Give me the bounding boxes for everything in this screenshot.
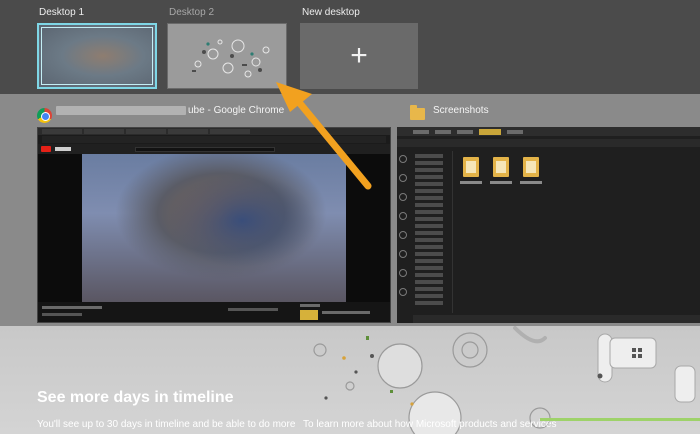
nav-row [415,203,443,207]
edge-icon [399,269,407,277]
file-icon [463,157,479,177]
nav-row [415,294,443,298]
folder-icon [410,105,425,120]
nav-row [415,238,443,242]
video-meta-line [42,313,82,316]
file-caption [460,181,482,184]
chrome-tab [210,129,250,134]
desktop-1-label: Desktop 1 [39,7,85,18]
nav-row [415,259,443,263]
chrome-window-thumbnail[interactable] [37,127,391,323]
nav-row [415,252,443,256]
nav-row [415,273,443,277]
nav-row [415,224,443,228]
video-player [38,154,390,302]
taskbar-edge-icons [399,155,409,307]
chrome-address-bar [42,136,386,143]
nav-row [415,168,443,172]
desktop-2-label: Desktop 2 [169,7,215,18]
new-desktop-button[interactable]: + [300,23,418,89]
file-icon [493,157,509,177]
redacted-title-part [56,105,186,115]
edge-icon [399,212,407,220]
nav-row [415,301,443,305]
explorer-status-bar [413,315,700,323]
nav-row [415,189,443,193]
video-actions-line [228,308,278,311]
nav-row [415,266,443,270]
edge-icon [399,155,407,163]
privacy-learn-more-text: To learn more about how Microsoft produc… [303,419,557,430]
nav-row [415,175,443,179]
nav-row [415,196,443,200]
explorer-window-thumbnail[interactable] [397,127,700,323]
task-view-windows: ube - Google Chrome Screenshots [0,94,700,326]
nav-row [415,245,443,249]
explorer-window-title: Screenshots [433,105,489,116]
edge-icon [399,250,407,258]
ribbon-tab-manage [479,128,501,135]
timeline-body-text: You'll see up to 30 days in timeline and… [37,419,296,430]
ribbon-tab [435,129,451,134]
youtube-logo-icon [41,146,51,152]
upnext-label-line [300,304,320,307]
edge-icon [399,288,407,296]
ribbon-tab [457,129,473,134]
timeline-heading: See more days in timeline [37,389,234,406]
file-icon [523,157,539,177]
youtube-header [38,144,390,154]
video-title-line [42,306,102,309]
youtube-search-box [135,146,275,152]
explorer-ribbon [397,127,700,136]
youtube-wordmark [55,147,71,151]
chrome-icon [37,108,52,123]
edge-icon [399,174,407,182]
explorer-address-bar [397,139,700,147]
plus-icon: + [350,39,368,72]
edge-icon [399,231,407,239]
desktop-2-wallpaper [168,24,286,88]
chrome-tab [84,129,124,134]
video-info-bar [38,302,390,322]
nav-row [415,280,443,284]
chrome-tab [168,129,208,134]
chrome-tab [42,129,82,134]
file-caption [490,181,512,184]
ribbon-tab [413,129,429,134]
edge-icon [399,193,407,201]
nav-row [415,161,443,165]
ribbon-tab [507,129,523,134]
accent-strip [540,418,700,421]
nav-row [415,210,443,214]
nav-row [415,182,443,186]
nav-row [415,287,443,291]
upnext-thumbnail [300,310,318,320]
chrome-title-text: ube - Google Chrome [188,105,285,116]
nav-row [415,231,443,235]
upnext-title-line [322,311,370,314]
desktop-2-thumbnail[interactable] [167,23,287,89]
nav-row [415,154,443,158]
chrome-tab-strip [38,128,390,135]
chrome-tab [126,129,166,134]
new-desktop-label: New desktop [302,7,360,18]
nav-row [415,217,443,221]
chrome-window-title: ube - Google Chrome [56,105,284,116]
explorer-nav-pane [413,151,453,313]
file-caption [520,181,542,184]
virtual-desktops-bar: Desktop 1 Desktop 2 New desktop + [0,0,700,94]
desktop-1-thumbnail[interactable] [37,23,157,89]
